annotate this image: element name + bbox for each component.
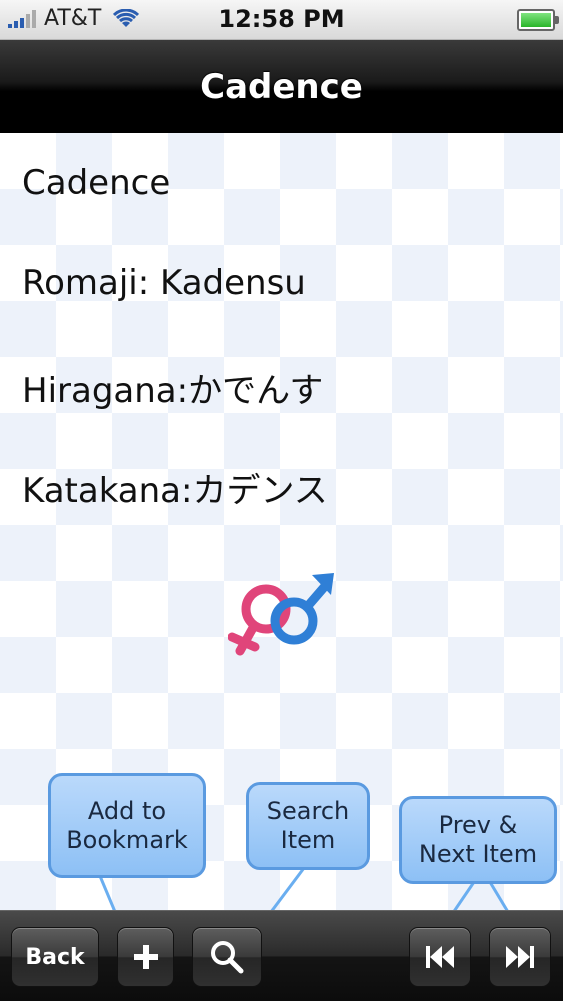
previous-item-button[interactable] — [409, 927, 471, 987]
next-item-button[interactable] — [489, 927, 551, 987]
back-button[interactable]: Back — [11, 927, 99, 987]
entry-hiragana: Hiragana:かでんす — [22, 371, 324, 411]
entry-word: Cadence — [22, 163, 171, 203]
entry-romaji: Romaji: Kadensu — [22, 263, 306, 303]
search-button[interactable] — [192, 927, 262, 987]
plus-icon — [133, 945, 158, 969]
tooltip-search-item: Search Item — [246, 782, 370, 870]
bottom-toolbar: Back — [0, 910, 563, 1001]
page-title: Cadence — [200, 66, 363, 107]
tooltip-prev-next-item: Prev & Next Item — [399, 796, 557, 884]
navigation-bar: Cadence — [0, 40, 563, 133]
skip-forward-icon — [506, 946, 534, 968]
magnifier-icon — [211, 941, 244, 974]
status-bar: AT&T 12:58 PM — [0, 0, 563, 40]
battery-icon — [517, 9, 559, 31]
entry-katakana: Katakana:カデンス — [22, 471, 328, 511]
gender-symbols-icon — [228, 573, 334, 656]
tooltip-add-bookmark: Add to Bookmark — [48, 773, 206, 878]
add-bookmark-button[interactable] — [117, 927, 174, 987]
skip-back-icon — [426, 946, 454, 968]
status-time: 12:58 PM — [218, 5, 345, 33]
